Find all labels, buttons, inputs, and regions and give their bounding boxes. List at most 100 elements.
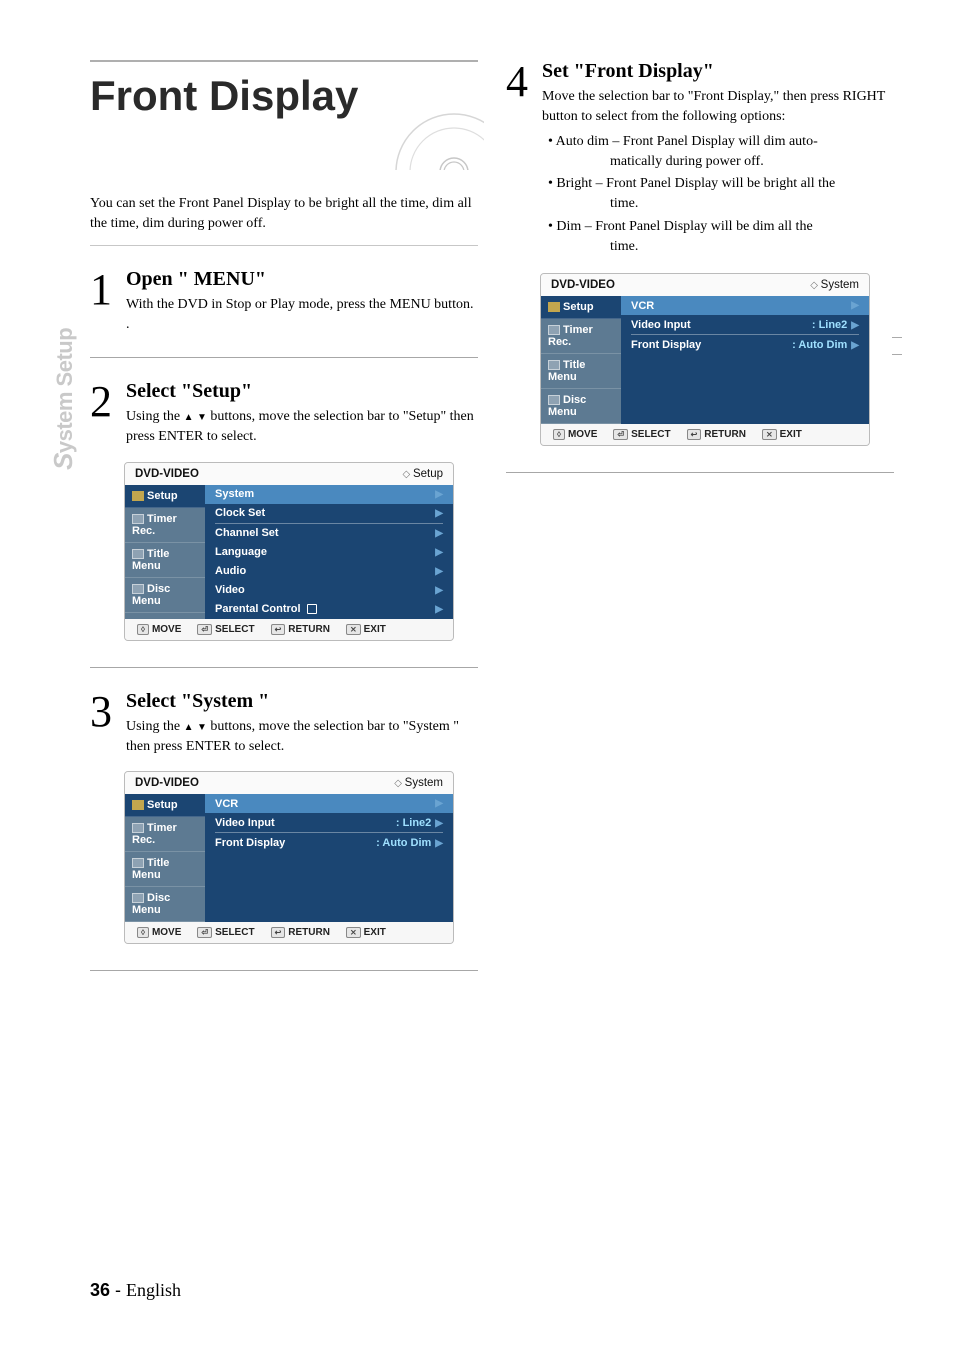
osd-item-system: System▶ xyxy=(205,485,453,504)
divider xyxy=(90,970,478,971)
down-triangle-icon xyxy=(197,719,207,734)
osd-device: DVD-VIDEO xyxy=(551,279,615,291)
exit-key-icon: ⨯ xyxy=(346,927,361,938)
move-key-icon: ◊ xyxy=(137,927,149,938)
divider xyxy=(506,472,894,473)
osd-tab-timer: Timer Rec. xyxy=(541,319,621,354)
divider xyxy=(90,667,478,668)
osd-crumb: Setup xyxy=(402,468,443,480)
osd-system-screenshot: DVD-VIDEOSystem Setup Timer Rec. Title M… xyxy=(124,771,454,944)
exit-key-icon: ⨯ xyxy=(346,624,361,635)
osd-tab-disc: Disc Menu xyxy=(541,389,621,424)
page-footer: 36 - English xyxy=(90,1280,181,1301)
lock-icon xyxy=(307,604,317,614)
step-title: Open " MENU" xyxy=(126,268,478,291)
osd-tab-title: Title Menu xyxy=(125,543,205,578)
osd-item-front-display: Front Display: Auto Dim▶ xyxy=(205,833,453,852)
title-icon xyxy=(132,549,144,559)
step-text: Move the selection bar to "Front Display… xyxy=(542,87,894,257)
step-number: 3 xyxy=(90,690,112,758)
osd-item-video-input: Video Input: Line2▶ xyxy=(205,813,453,832)
step-number: 4 xyxy=(506,60,528,259)
step-3: 3 Select "System " Using the buttons, mo… xyxy=(90,690,478,758)
osd-device: DVD-VIDEO xyxy=(135,468,199,480)
gear-icon xyxy=(132,491,144,501)
step-title: Set "Front Display" xyxy=(542,60,894,83)
return-key-icon: ↩ xyxy=(271,624,286,635)
chevron-right-icon: ▶ xyxy=(435,508,443,519)
divider xyxy=(90,245,478,246)
chevron-right-icon: ▶ xyxy=(851,300,859,311)
gear-icon xyxy=(132,800,144,810)
osd-menu-list: VCR▶ Video Input: Line2▶ Front Display: … xyxy=(205,794,453,922)
osd-left-tabs: Setup Timer Rec. Title Menu Disc Menu xyxy=(541,296,621,424)
return-key-icon: ↩ xyxy=(271,927,286,938)
step-2: 2 Select "Setup" Using the buttons, move… xyxy=(90,380,478,448)
return-key-icon: ↩ xyxy=(687,429,702,440)
move-key-icon: ◊ xyxy=(137,624,149,635)
chevron-right-icon: ▶ xyxy=(435,585,443,596)
calendar-icon xyxy=(132,514,144,524)
step-title: Select "Setup" xyxy=(126,380,478,403)
osd-item: Parental Control▶ xyxy=(205,600,453,619)
exit-key-icon: ⨯ xyxy=(762,429,777,440)
chevron-right-icon: ▶ xyxy=(435,604,443,615)
osd-item-vcr: VCR▶ xyxy=(205,794,453,813)
osd-left-tabs: Setup Timer Rec. Title Menu Disc Menu xyxy=(125,485,205,619)
osd-tab-timer: Timer Rec. xyxy=(125,508,205,543)
osd-crumb: System xyxy=(810,279,859,291)
osd-tab-setup: Setup xyxy=(125,485,205,508)
disc-menu-icon xyxy=(132,893,144,903)
chevron-right-icon: ▶ xyxy=(435,489,443,500)
down-triangle-icon xyxy=(197,409,207,424)
chevron-right-icon: ▶ xyxy=(435,818,443,829)
title-icon xyxy=(548,360,560,370)
osd-footer: ◊MOVE ⏎SELECT ↩RETURN ⨯EXIT xyxy=(125,619,453,640)
calendar-icon xyxy=(548,325,560,335)
step-text: Using the buttons, move the selection ba… xyxy=(126,407,478,448)
osd-menu-list: VCR▶ Video Input: Line2▶ Front Display: … xyxy=(621,296,869,424)
select-key-icon: ⏎ xyxy=(197,624,212,635)
step-number: 2 xyxy=(90,380,112,448)
page-title-block: Front Display xyxy=(90,60,478,166)
osd-front-display-screenshot: DVD-VIDEO System Setup Timer Rec. Title M… xyxy=(540,273,870,446)
up-triangle-icon xyxy=(184,719,194,734)
osd-footer: ◊MOVE ⏎SELECT ↩RETURN ⨯EXIT xyxy=(125,922,453,943)
osd-footer: ◊MOVE ⏎SELECT ↩RETURN ⨯EXIT xyxy=(541,424,869,445)
step-4: 4 Set "Front Display" Move the selection… xyxy=(506,60,894,259)
move-key-icon: ◊ xyxy=(553,429,565,440)
left-column: Front Display You can set the Front Pane… xyxy=(90,60,478,979)
step-text: Using the buttons, move the selection ba… xyxy=(126,717,478,758)
step-1: 1 Open " MENU" With the DVD in Stop or P… xyxy=(90,268,478,336)
chevron-right-icon: ▶ xyxy=(851,340,859,351)
osd-menu-list: System▶ Clock Set▶ Channel Set▶ Language… xyxy=(205,485,453,619)
chevron-right-icon: ▶ xyxy=(435,547,443,558)
osd-item: Channel Set▶ xyxy=(205,524,453,543)
chevron-right-icon: ▶ xyxy=(851,320,859,331)
select-key-icon: ⏎ xyxy=(197,927,212,938)
gear-icon xyxy=(548,302,560,312)
disc-menu-icon xyxy=(132,584,144,594)
step-text: With the DVD in Stop or Play mode, press… xyxy=(126,295,478,336)
osd-tab-title: Title Menu xyxy=(125,852,205,887)
osd-setup-screenshot: DVD-VIDEO Setup Setup Timer Rec. Title Me… xyxy=(124,462,454,641)
select-key-icon: ⏎ xyxy=(613,429,628,440)
step-number: 1 xyxy=(90,268,112,336)
osd-tab-disc: Disc Menu xyxy=(125,887,205,922)
osd-item-front-display: Front Display: Auto Dim▶ xyxy=(621,335,869,354)
osd-item: Audio▶ xyxy=(205,562,453,581)
step-title: Select "System " xyxy=(126,690,478,713)
osd-item: Clock Set▶ xyxy=(205,504,453,523)
osd-device: DVD-VIDEO xyxy=(135,777,199,789)
osd-tab-setup: Setup xyxy=(541,296,621,319)
title-icon xyxy=(132,858,144,868)
osd-tab-title: Title Menu xyxy=(541,354,621,389)
page-number: 36 xyxy=(90,1280,110,1300)
up-triangle-icon xyxy=(184,409,194,424)
calendar-icon xyxy=(132,823,144,833)
chevron-right-icon: ▶ xyxy=(435,838,443,849)
osd-item: Language▶ xyxy=(205,543,453,562)
osd-item: Video▶ xyxy=(205,581,453,600)
page-notch xyxy=(892,337,902,355)
intro-text: You can set the Front Panel Display to b… xyxy=(90,194,478,235)
